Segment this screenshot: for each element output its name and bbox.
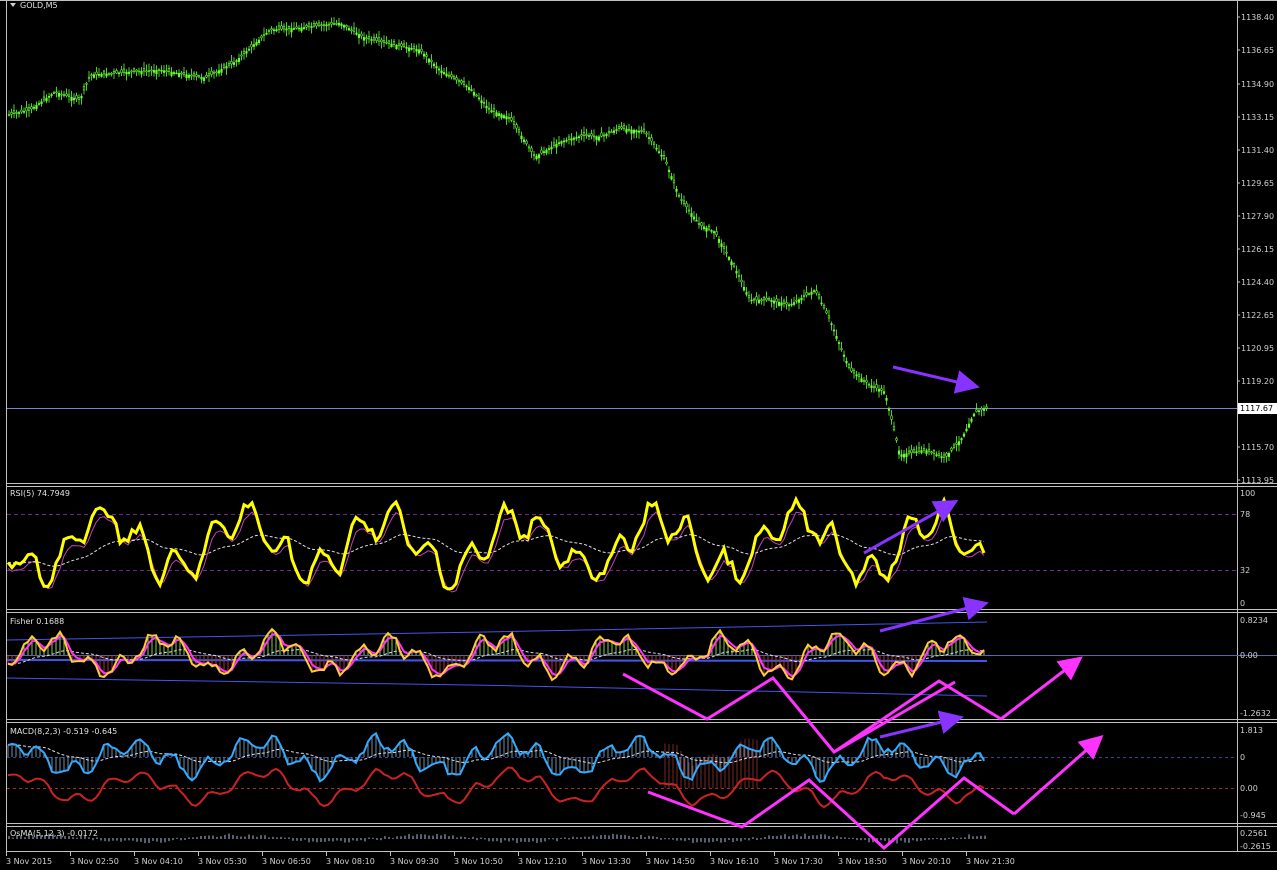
price-axis-label: 1126.15	[1241, 245, 1274, 254]
time-axis-label: 3 Nov 12:10	[518, 857, 567, 866]
macd-projection-arrow	[1013, 735, 1104, 816]
price-axis-label: 1136.65	[1241, 46, 1274, 55]
macd-pane[interactable]: MACD(8,2,3) -0.519 -0.645 1.813 0 0.00 -…	[7, 710, 1266, 820]
price-axis-label: 1113.95	[1241, 476, 1274, 485]
time-axis-label: 3 Nov 06:50	[262, 857, 311, 866]
price-axis-label: 1127.90	[1241, 212, 1274, 221]
time-axis-label: 3 Nov 09:30	[390, 857, 439, 866]
price-axis-label: 1138.40	[1241, 13, 1274, 22]
macd-axis-zero: 0	[1240, 753, 1245, 762]
rsi-axis-0: 0	[1240, 599, 1245, 608]
fisher-divergence-arrow	[879, 596, 989, 633]
time-axis-label: 3 Nov 21:30	[966, 857, 1015, 866]
rsi-signal-line	[7, 511, 985, 593]
macd-axis-signal-zero: 0.00	[1240, 784, 1258, 793]
current-price-value: 1117.67	[1240, 404, 1273, 413]
rsi-axis-100: 100	[1240, 489, 1255, 498]
osma-pane[interactable]: OsMA(5,12,3) -0.0172 0.2561 -0.2615	[8, 829, 1271, 851]
price-axis-label: 1134.90	[1241, 80, 1274, 89]
price-axis-label: 1129.65	[1241, 179, 1274, 188]
osma-axis-top: 0.2561	[1240, 829, 1268, 838]
time-axis-label: 3 Nov 16:10	[710, 857, 759, 866]
symbol-label: GOLD,M5	[20, 1, 58, 10]
rsi-axis-78: 78	[1240, 510, 1250, 519]
fisher-axis-top: 0.8234	[1240, 616, 1268, 625]
time-axis-label: 3 Nov 2015	[6, 857, 52, 866]
rsi-title: RSI(5) 74.7949	[10, 489, 70, 498]
price-axis-label: 1119.20	[1241, 377, 1274, 386]
macd-axis-top: 1.813	[1240, 726, 1263, 735]
macd-signal-line	[7, 766, 985, 809]
trading-chart[interactable]: GOLD,M5 1138.40 1136.65 1134.90 1133.15 1131…	[0, 0, 1277, 870]
time-axis: 3 Nov 2015 3 Nov 02:50 3 Nov 04:10 3 Nov 05…	[6, 852, 1015, 866]
price-axis-label: 1124.40	[1241, 278, 1274, 287]
price-axis: 1138.40 1136.65 1134.90 1133.15 1131.40 1129.…	[1237, 13, 1274, 485]
fisher-zigzag	[622, 672, 1002, 755]
time-axis-label: 3 Nov 17:30	[774, 857, 823, 866]
rsi-axis-32: 32	[1240, 566, 1250, 575]
macd-title: MACD(8,2,3) -0.519 -0.645	[10, 727, 117, 736]
cross-pane-link	[833, 680, 956, 754]
rsi-pane[interactable]: RSI(5) 74.7949 100 78 32 0	[6, 489, 1255, 608]
price-axis-label: 1122.65	[1241, 311, 1274, 320]
price-candles	[7, 17, 988, 464]
pane-frames	[0, 0, 1277, 852]
fisher-middle-band	[6, 659, 988, 662]
fisher-pane[interactable]: Fisher 0.1688 0.8234 0.00 -1.2632	[6, 596, 1277, 718]
price-axis-label: 1120.95	[1241, 344, 1274, 353]
fisher-projection-arrow	[1000, 656, 1083, 721]
macd-axis-bottom: -0.945	[1240, 811, 1266, 820]
price-axis-label: 1131.40	[1241, 146, 1274, 155]
fisher-lower-band	[6, 677, 988, 697]
time-axis-label: 3 Nov 10:50	[454, 857, 503, 866]
time-axis-label: 3 Nov 18:50	[838, 857, 887, 866]
price-axis-label: 1115.70	[1241, 443, 1274, 452]
time-axis-label: 3 Nov 04:10	[134, 857, 183, 866]
time-axis-label: 3 Nov 13:30	[582, 857, 631, 866]
main-price-pane[interactable]	[7, 17, 1237, 464]
current-price-tag: 1117.67	[1238, 403, 1277, 414]
price-axis-label: 1133.15	[1241, 113, 1274, 122]
osma-histogram	[8, 833, 986, 844]
fisher-title: Fisher 0.1688	[10, 617, 64, 626]
time-axis-label: 3 Nov 02:50	[70, 857, 119, 866]
time-axis-label: 3 Nov 05:30	[198, 857, 247, 866]
price-divergence-arrow	[892, 365, 980, 394]
symbol-title[interactable]: GOLD,M5	[10, 1, 58, 10]
triangle-down-icon[interactable]	[10, 3, 16, 7]
time-axis-label: 3 Nov 14:50	[646, 857, 695, 866]
time-axis-label: 3 Nov 20:10	[902, 857, 951, 866]
fisher-axis-zero: 0.00	[1240, 651, 1258, 660]
osma-axis-bottom: -0.2615	[1240, 842, 1271, 851]
rsi-divergence-arrow	[863, 500, 959, 555]
time-axis-label: 3 Nov 08:10	[326, 857, 375, 866]
macd-divergence-arrow	[879, 710, 964, 739]
fisher-axis-bottom: -1.2632	[1240, 709, 1271, 718]
osma-title: OsMA(5,12,3) -0.0172	[10, 829, 98, 838]
